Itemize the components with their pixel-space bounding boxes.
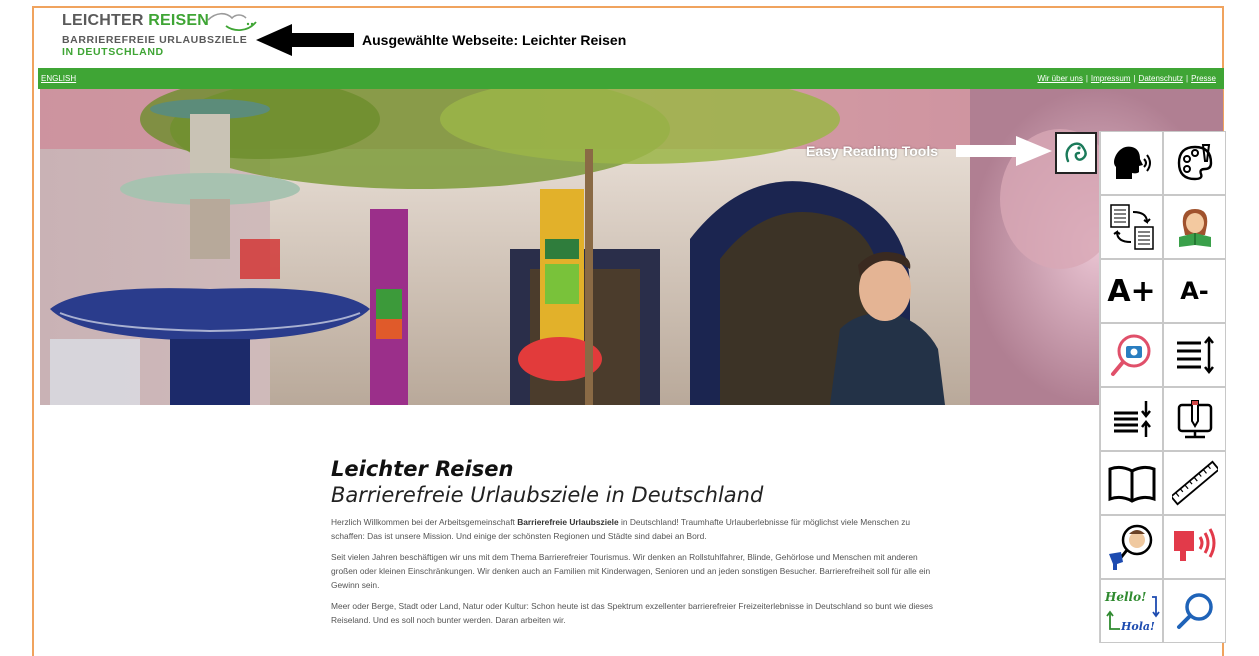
- text-to-speech-icon: [1113, 146, 1151, 179]
- nav-link-privacy[interactable]: Datenschutz: [1139, 74, 1183, 83]
- image-magnifier-icon: [1110, 334, 1150, 376]
- tool-book[interactable]: [1100, 451, 1163, 515]
- arrow-right-icon: [956, 136, 1052, 166]
- tool-ruler[interactable]: [1163, 451, 1226, 515]
- tool-symbol-lookup[interactable]: [1100, 515, 1163, 579]
- easy-reading-toolbar: A+ A- Hello! Hola!: [1099, 131, 1226, 643]
- logo-line-3: IN DEUTSCHLAND: [62, 46, 164, 58]
- text-simplify-icon: [1109, 204, 1154, 250]
- main-content: Leichter Reisen Barrierefreie Urlaubszie…: [331, 456, 941, 627]
- line-spacing-icon: [1113, 401, 1151, 437]
- tool-font-increase[interactable]: A+: [1100, 259, 1163, 323]
- tool-line-spacing[interactable]: [1100, 387, 1163, 451]
- tool-text-to-speech[interactable]: [1100, 131, 1163, 195]
- annotation-pencil-icon: [1177, 400, 1212, 439]
- language-link-english[interactable]: ENGLISH: [41, 74, 76, 83]
- tool-reading-person[interactable]: [1163, 195, 1226, 259]
- font-decrease-icon: A-: [1180, 277, 1209, 305]
- intro-paragraph-2: Seit vielen Jahren beschäftigen wir uns …: [331, 552, 931, 590]
- page-subtitle: Barrierefreie Urlaubsziele in Deutschlan…: [331, 483, 764, 507]
- symbol-lookup-icon: [1108, 524, 1152, 570]
- reading-person-icon: [1178, 209, 1211, 247]
- nav-links: Wir über uns | Impressum | Datenschutz | Pr…: [1037, 74, 1216, 83]
- logo-swoosh-icon: [207, 12, 257, 31]
- tool-image-magnifier[interactable]: [1100, 323, 1163, 387]
- speak-aloud-icon: [1173, 528, 1215, 561]
- intro-paragraph-3: Meer oder Berge, Stadt oder Land, Natur …: [331, 601, 933, 625]
- logo-line-2: BARRIEREFREIE URLAUBSZIELE: [62, 34, 248, 46]
- translate-icon: [1106, 596, 1160, 630]
- easy-reading-toggle-button[interactable]: [1055, 132, 1097, 174]
- style-palette-icon: [1177, 144, 1212, 181]
- tool-style-palette[interactable]: [1163, 131, 1226, 195]
- site-logo[interactable]: LEICHTER REISEN BARRIEREFREIE URLAUBSZIE…: [62, 12, 262, 58]
- tool-translate[interactable]: Hello! Hola!: [1100, 579, 1163, 643]
- ruler-icon: [1171, 460, 1218, 506]
- tool-annotation[interactable]: [1163, 387, 1226, 451]
- tool-font-decrease[interactable]: A-: [1163, 259, 1226, 323]
- intro-paragraph-1: Herzlich Willkommen bei der Arbeitsgemei…: [331, 517, 911, 541]
- arrow-left-icon: [256, 24, 354, 56]
- page-title: Leichter Reisen: [331, 457, 514, 481]
- tool-speak-aloud[interactable]: [1163, 515, 1226, 579]
- top-nav-bar: ENGLISH Wir über uns | Impressum | Datensc…: [38, 68, 1224, 89]
- tool-text-simplify[interactable]: [1100, 195, 1163, 259]
- easy-reading-label: Easy Reading Tools: [806, 143, 938, 159]
- nav-link-about[interactable]: Wir über uns: [1037, 74, 1082, 83]
- tool-line-height[interactable]: [1163, 323, 1226, 387]
- chameleon-icon: [1065, 142, 1087, 163]
- selected-site-caption: Ausgewählte Webseite: Leichter Reisen: [362, 32, 627, 48]
- font-increase-icon: A+: [1107, 273, 1156, 309]
- nav-link-press[interactable]: Presse: [1191, 74, 1216, 83]
- nav-link-imprint[interactable]: Impressum: [1091, 74, 1131, 83]
- logo-line-1: LEICHTER REISEN: [62, 12, 210, 29]
- book-icon: [1108, 465, 1155, 503]
- tool-search[interactable]: [1163, 579, 1226, 643]
- line-height-icon: [1176, 335, 1214, 375]
- search-icon: [1176, 593, 1213, 629]
